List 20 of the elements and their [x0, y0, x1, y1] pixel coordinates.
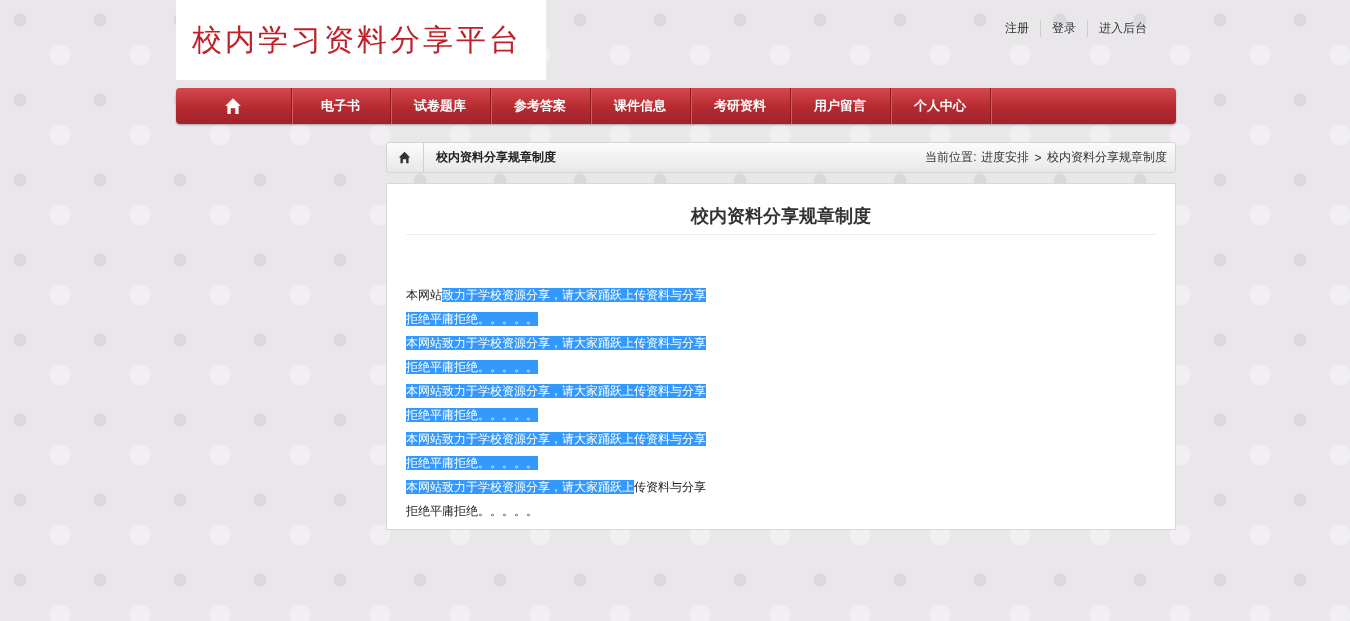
header-link[interactable]: 登录	[1039, 20, 1087, 37]
breadcrumb-link[interactable]: 进度安排	[981, 149, 1030, 166]
breadcrumb-link[interactable]: 校内资料分享规章制度	[1046, 149, 1167, 166]
nav-item[interactable]: 考研资料	[690, 88, 791, 124]
nav-item[interactable]: 用户留言	[790, 88, 891, 124]
home-icon	[224, 97, 242, 115]
nav-item[interactable]: 课件信息	[590, 88, 691, 124]
article-title: 校内资料分享规章制度	[405, 184, 1156, 235]
site-logo: 校内学习资料分享平台	[175, 0, 546, 80]
header-link[interactable]: 注册	[993, 20, 1040, 37]
nav-item[interactable]: 电子书	[291, 88, 391, 124]
breadcrumb-title: 校内资料分享规章制度	[435, 149, 556, 166]
nav-item[interactable]: 参考答案	[490, 88, 591, 124]
nav-item[interactable]: 试卷题库	[390, 88, 491, 124]
nav-item[interactable]: 个人中心	[890, 88, 991, 124]
location-label: 当前位置:	[925, 149, 977, 166]
header-link[interactable]: 进入后台	[1086, 20, 1158, 37]
article-line: 拒绝平庸拒绝。。。。。	[405, 503, 539, 520]
home-icon	[398, 151, 411, 164]
breadcrumb-separator: >	[1034, 150, 1042, 165]
